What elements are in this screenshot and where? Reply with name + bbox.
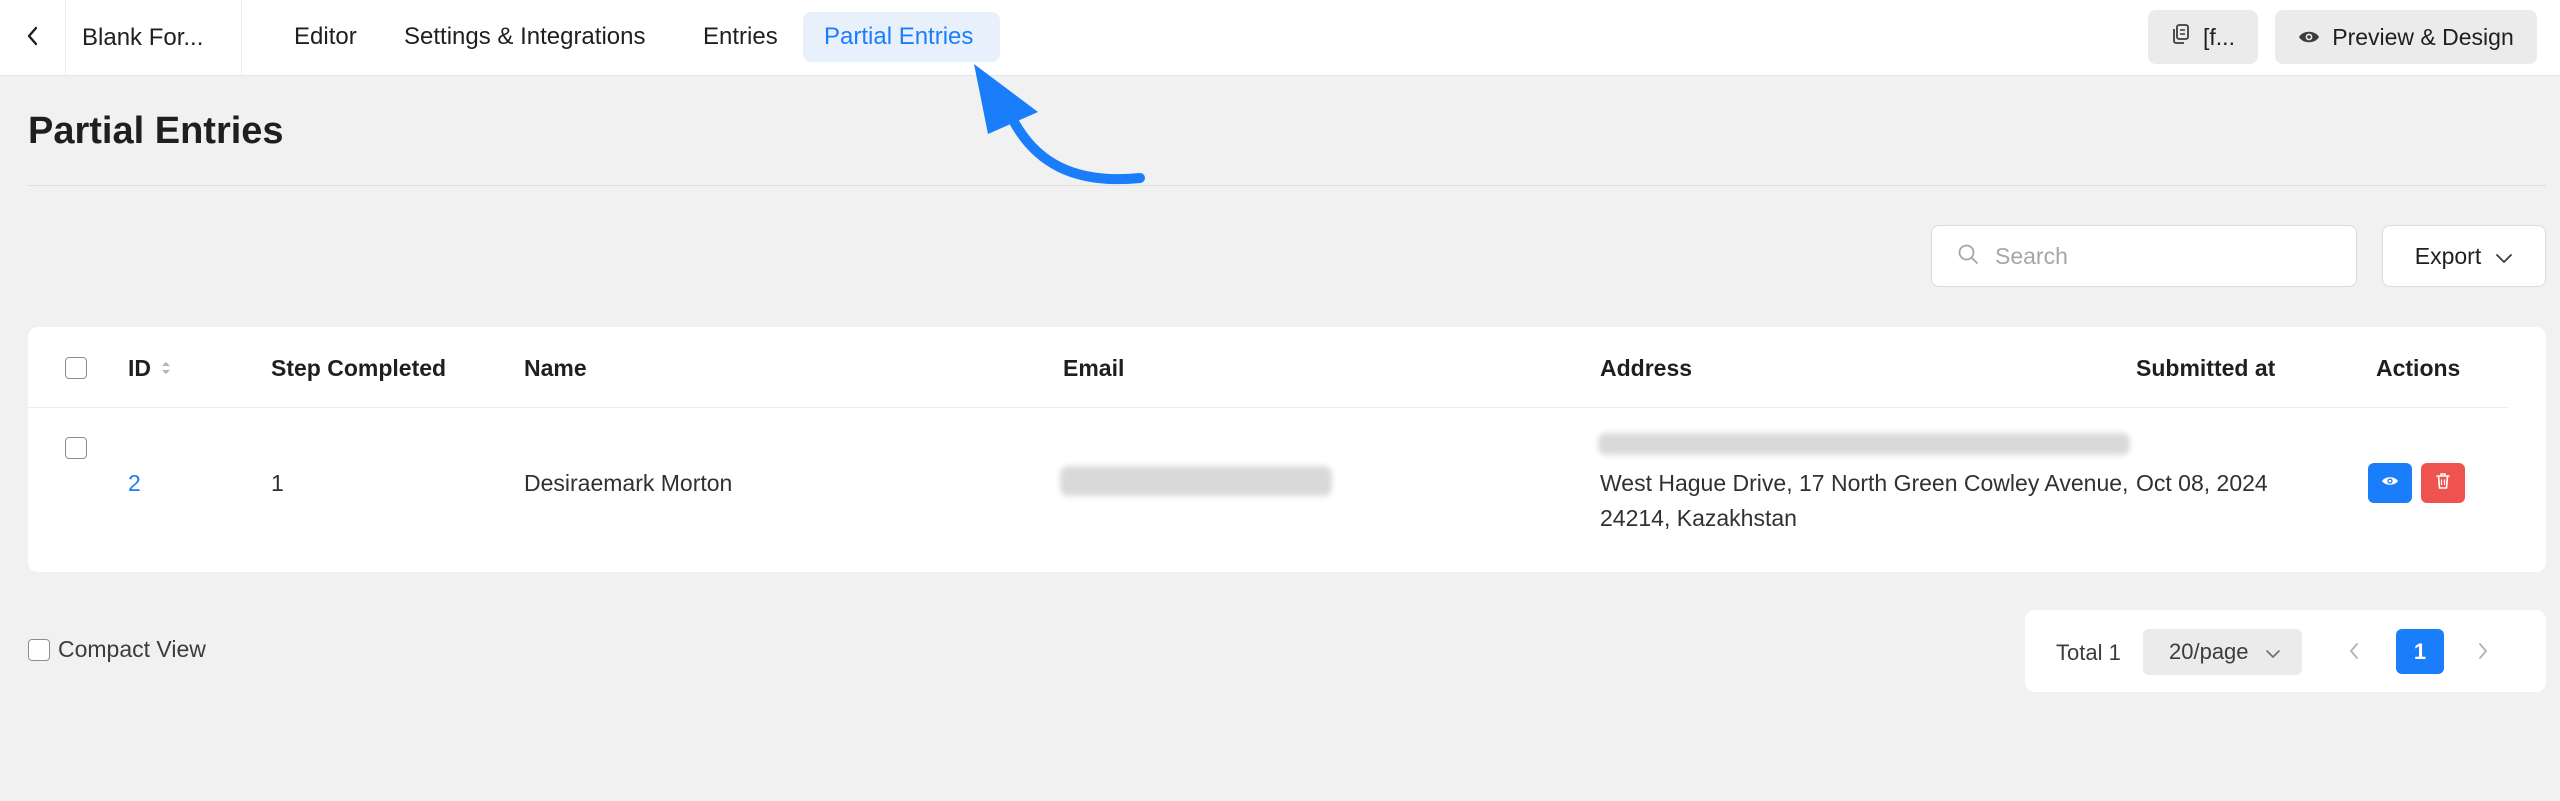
preview-design-label: Preview & Design <box>2332 23 2514 50</box>
page-size-select[interactable]: 20/page <box>2143 629 2302 675</box>
copy-icon <box>2171 23 2191 51</box>
entry-id-link[interactable]: 2 <box>128 470 141 497</box>
submitted-at-cell: Oct 08, 2024 <box>2136 470 2268 496</box>
tab-editor[interactable]: Editor <box>273 12 378 62</box>
name-cell: Desiraemark Morton <box>524 470 733 496</box>
column-header-name: Name <box>524 355 587 381</box>
address-redacted-line <box>1598 433 2130 455</box>
step-completed-cell: 1 <box>271 470 284 496</box>
export-label: Export <box>2414 242 2482 269</box>
back-button[interactable] <box>0 0 66 76</box>
shortcode-button[interactable]: [f... <box>2148 10 2258 64</box>
chevron-left-icon <box>24 25 42 52</box>
address-line-1: West Hague Drive, 17 North Green Cowley … <box>1600 470 2129 496</box>
column-header-address: Address <box>1600 355 1693 381</box>
compact-view-label: Compact View <box>58 636 206 662</box>
next-page-button[interactable] <box>2476 640 2490 667</box>
page-title: Partial Entries <box>28 110 284 152</box>
column-header-step-completed: Step Completed <box>271 355 447 381</box>
tab-entries[interactable]: Entries <box>682 12 799 62</box>
preview-design-button[interactable]: Preview & Design <box>2275 10 2537 64</box>
chevron-down-icon <box>2495 243 2513 270</box>
title-divider <box>28 185 2546 186</box>
column-header-submitted-at: Submitted at <box>2136 355 2276 381</box>
compact-view-checkbox[interactable] <box>28 638 50 661</box>
shortcode-label: [f... <box>2203 23 2235 50</box>
compact-view-toggle[interactable]: Compact View <box>28 636 206 663</box>
chevron-down-icon <box>2265 639 2281 665</box>
column-header-id[interactable]: ID <box>128 355 171 382</box>
tab-settings-integrations[interactable]: Settings & Integrations <box>383 12 666 62</box>
export-button[interactable]: Export <box>2382 225 2546 287</box>
sort-icon[interactable] <box>161 355 171 382</box>
pagination-total: Total 1 <box>2056 640 2121 665</box>
search-icon <box>1957 243 1979 270</box>
delete-entry-button[interactable] <box>2421 463 2465 503</box>
select-all-checkbox[interactable] <box>65 357 87 379</box>
trash-icon <box>2435 472 2451 495</box>
form-title[interactable]: Blank For... <box>66 0 242 76</box>
column-header-actions: Actions <box>2376 355 2461 381</box>
tab-partial-entries[interactable]: Partial Entries <box>803 12 1000 62</box>
email-cell-redacted <box>1060 466 1332 496</box>
top-bar: Blank For... Editor Settings & Integrati… <box>0 0 2560 76</box>
column-header-id-label: ID <box>128 355 151 381</box>
row-checkbox[interactable] <box>65 437 87 459</box>
search-input[interactable] <box>1995 242 2335 270</box>
eye-icon <box>2298 24 2320 51</box>
prev-page-button[interactable] <box>2347 640 2361 667</box>
view-entry-button[interactable] <box>2368 463 2412 503</box>
search-box[interactable] <box>1931 225 2357 287</box>
page-size-label: 20/page <box>2169 639 2249 664</box>
header-divider <box>28 407 2508 408</box>
eye-icon <box>2381 474 2399 492</box>
column-header-email: Email <box>1063 355 1125 381</box>
page-number-current[interactable]: 1 <box>2396 629 2444 674</box>
address-line-2: 24214, Kazakhstan <box>1600 505 1797 531</box>
annotation-arrow-icon <box>974 64 1145 185</box>
